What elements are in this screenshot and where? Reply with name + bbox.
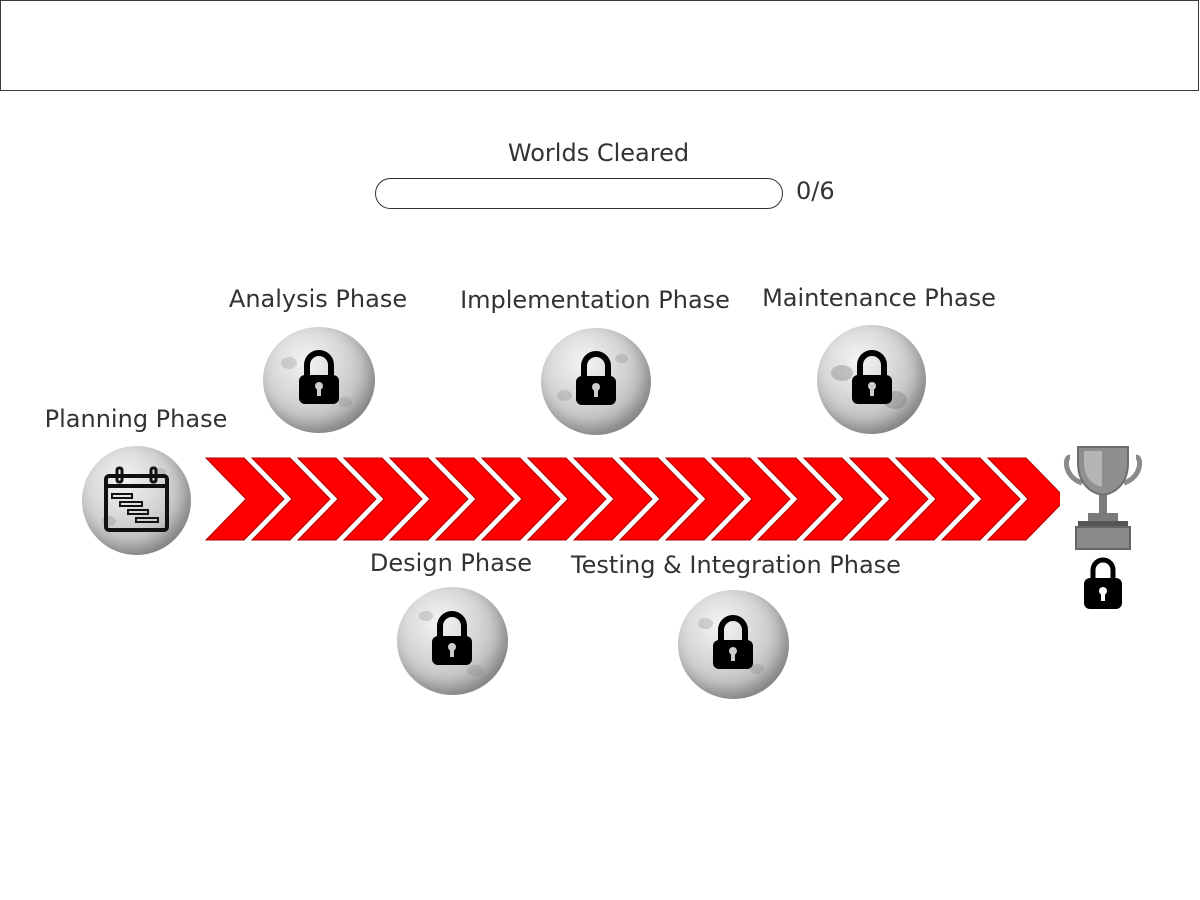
lock-icon xyxy=(713,615,753,669)
trophy-icon[interactable] xyxy=(1062,443,1144,555)
world-label-analysis: Analysis Phase xyxy=(228,285,408,313)
lock-icon xyxy=(576,351,616,405)
world-planning[interactable] xyxy=(82,446,191,555)
world-maintenance[interactable] xyxy=(817,325,926,434)
world-label-maintenance: Maintenance Phase xyxy=(762,284,996,312)
path-arrow xyxy=(204,457,1060,541)
progress-title: Worlds Cleared xyxy=(507,139,690,167)
world-label-design: Design Phase xyxy=(369,549,533,577)
world-label-planning: Planning Phase xyxy=(44,405,228,433)
lock-icon xyxy=(299,350,339,404)
world-design[interactable] xyxy=(397,587,508,695)
world-label-implementation: Implementation Phase xyxy=(460,286,730,314)
progress-count: 0/6 xyxy=(796,177,835,205)
world-testing[interactable] xyxy=(678,590,789,699)
world-implementation[interactable] xyxy=(541,328,651,435)
worlds-cleared-progress-bar xyxy=(375,178,783,209)
world-analysis[interactable] xyxy=(263,327,375,433)
goal-lock-icon xyxy=(1084,557,1122,609)
lock-icon xyxy=(432,611,472,665)
calendar-gantt-icon xyxy=(104,466,169,532)
lock-icon xyxy=(852,350,892,404)
top-header-bar xyxy=(0,0,1199,91)
world-label-testing: Testing & Integration Phase xyxy=(571,551,901,579)
